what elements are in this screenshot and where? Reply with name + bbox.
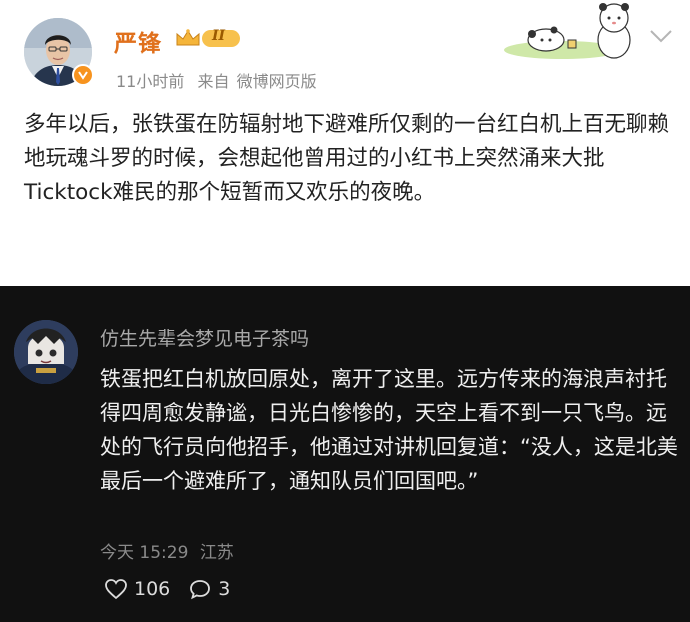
level-badge-text: II — [212, 28, 226, 44]
author-name[interactable]: 严锋 — [114, 24, 162, 58]
heart-icon — [105, 579, 127, 600]
commenter-name[interactable]: 仿生先辈会梦见电子茶吗 — [100, 324, 309, 351]
post-time: 11小时前 — [116, 72, 185, 91]
like-count: 106 — [134, 578, 171, 600]
commenter-avatar[interactable] — [14, 320, 78, 384]
comment-meta: 今天 15:29 江苏 — [100, 538, 240, 563]
reply-count: 3 — [218, 578, 231, 600]
post-text: 多年以后，张铁蛋在防辐射地下避难所仅剩的一台红白机上百无聊赖地玩魂斗罗的时候，会… — [24, 112, 670, 205]
post-source-prefix: 来自 — [197, 72, 230, 91]
sticker-decoration — [502, 0, 652, 64]
weibo-post-card: 严锋 II 11小时前 来自 微博网页版 多年以后，张铁蛋在防辐射地下避难所仅剩… — [0, 0, 690, 286]
reply-button[interactable]: 3 — [188, 578, 230, 600]
comment-time: 今天 15:29 — [100, 543, 189, 563]
comment-actions: 106 3 — [104, 576, 248, 602]
comment-location: 江苏 — [199, 543, 234, 563]
comment-card: 仿生先辈会梦见电子茶吗 铁蛋把红白机放回原处，离开了这里。远方传来的海浪声衬托得… — [0, 286, 690, 622]
verified-badge-icon — [72, 64, 94, 86]
comment-bubble-icon — [190, 580, 211, 600]
post-source[interactable]: 微博网页版 — [237, 72, 317, 91]
level-crown-icon — [176, 29, 200, 46]
chevron-down-icon[interactable] — [648, 26, 674, 46]
like-button[interactable]: 106 — [104, 578, 170, 600]
comment-text: 铁蛋把红白机放回原处，离开了这里。远方传来的海浪声衬托得四周愈发静谧，日光白惨惨… — [100, 367, 678, 493]
level-badge[interactable]: II — [174, 27, 244, 49]
post-meta: 11小时前 来自 微博网页版 — [116, 68, 325, 92]
